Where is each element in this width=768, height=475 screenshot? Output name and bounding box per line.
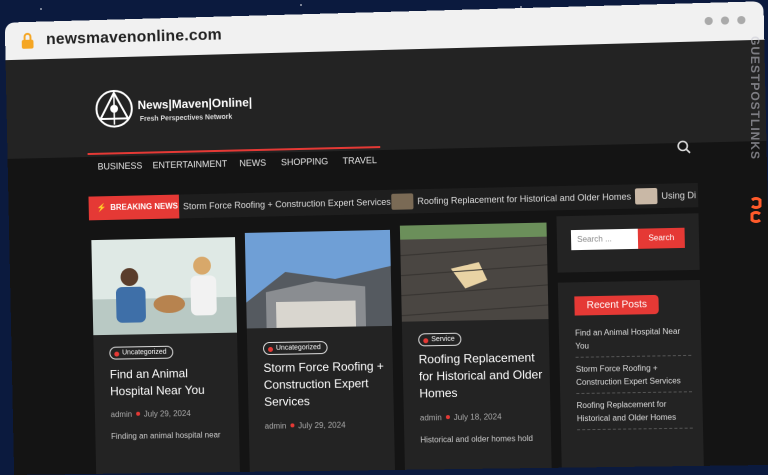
post-meta: admin July 29, 2024 <box>111 409 191 419</box>
nav-item-news[interactable]: NEWS <box>239 158 266 169</box>
nav-item-shopping[interactable]: SHOPPING <box>281 156 328 167</box>
post-meta: admin July 29, 2024 <box>265 421 346 431</box>
site-name[interactable]: News|Maven|Online| <box>137 95 252 112</box>
category-badge[interactable]: Service <box>418 333 462 347</box>
recent-posts-heading: Recent Posts <box>574 295 659 316</box>
window-dot[interactable] <box>721 16 729 24</box>
post-author[interactable]: admin <box>420 413 442 422</box>
lightning-icon: ⚡ <box>96 203 106 212</box>
search-icon[interactable] <box>677 140 692 154</box>
post-title[interactable]: Roofing Replacement for Historical and O… <box>418 349 542 402</box>
category-badge[interactable]: Uncategorized <box>109 346 173 360</box>
search-input[interactable]: Search ... <box>571 229 638 251</box>
ticker-item[interactable]: Storm Force Roofing + Construction Exper… <box>183 197 391 212</box>
nav-item-travel[interactable]: TRAVEL <box>343 155 377 166</box>
nav-item-business[interactable]: BUSINESS <box>98 161 143 172</box>
post-excerpt: Historical and older homes hold <box>420 434 533 445</box>
site-tagline: Fresh Perspectives Network <box>140 114 233 123</box>
post-date: July 18, 2024 <box>454 412 502 422</box>
recent-post-link[interactable]: Roofing Replacement for Historical and O… <box>576 397 692 430</box>
post-card: Uncategorized Find an Animal Hospital Ne… <box>91 237 240 475</box>
lock-icon <box>21 33 35 49</box>
window-dot[interactable] <box>737 16 745 24</box>
ticker-item[interactable]: Roofing Replacement for Historical and O… <box>417 192 631 207</box>
post-image[interactable] <box>245 230 392 329</box>
post-excerpt: Finding an animal hospital near <box>111 430 221 441</box>
watermark-text: GUESTPOSTLINKS <box>748 36 762 160</box>
post-title-line[interactable]: Storm Force Roofing + <box>263 358 384 377</box>
recent-post-line[interactable]: You <box>575 338 691 353</box>
post-title-line[interactable]: Construction Expert <box>264 375 385 394</box>
search-widget: Search ... Search <box>556 213 699 272</box>
chain-link-icon <box>744 196 768 224</box>
post-title-line[interactable]: Roofing Replacement <box>418 349 542 368</box>
post-title-line[interactable]: Hospital Near You <box>110 382 205 400</box>
recent-post-line[interactable]: Find an Animal Hospital Near <box>575 325 691 340</box>
recent-post-link[interactable]: Find an Animal Hospital Near You <box>575 325 691 358</box>
post-title-line[interactable]: Homes <box>419 384 543 403</box>
star-decoration <box>300 4 302 6</box>
post-meta: admin July 18, 2024 <box>420 412 502 422</box>
category-badge[interactable]: Uncategorized <box>263 341 328 355</box>
breaking-news-label: BREAKING NEWS <box>110 202 178 212</box>
address-bar-url[interactable]: newsmavenonline.com <box>46 26 222 49</box>
recent-posts-widget: Recent Posts Find an Animal Hospital Nea… <box>558 280 704 474</box>
post-card: Uncategorized Storm Force Roofing + Cons… <box>245 230 395 475</box>
post-author[interactable]: admin <box>265 421 287 430</box>
breaking-news-badge: ⚡ BREAKING NEWS <box>88 195 179 221</box>
browser-window: newsmavenonline.com News|Maven|Online| F… <box>5 1 768 457</box>
window-controls <box>705 16 746 25</box>
ticker-item[interactable]: Using Di <box>661 190 696 201</box>
recent-post-line[interactable]: Construction Expert Services <box>576 374 692 389</box>
search-button[interactable]: Search <box>638 228 685 249</box>
nav-item-entertainment[interactable]: ENTERTAINMENT <box>153 159 228 171</box>
post-card: Service Roofing Replacement for Historic… <box>400 223 552 474</box>
meta-dot <box>446 415 450 419</box>
post-title[interactable]: Find an Animal Hospital Near You <box>110 365 205 400</box>
post-image[interactable] <box>91 237 237 335</box>
site-logo-icon[interactable] <box>92 86 136 131</box>
window-dot[interactable] <box>705 17 713 25</box>
ticker-thumbnail <box>391 193 413 209</box>
post-title-line[interactable]: for Historical and Older <box>419 366 543 385</box>
post-title[interactable]: Storm Force Roofing + Construction Exper… <box>263 358 384 411</box>
meta-dot <box>290 423 294 427</box>
post-title-line[interactable]: Find an Animal <box>110 365 205 383</box>
post-image[interactable] <box>400 223 549 322</box>
recent-post-link[interactable]: Storm Force Roofing + Construction Exper… <box>576 361 692 394</box>
star-decoration <box>40 8 42 10</box>
web-page: News|Maven|Online| Fresh Perspectives Ne… <box>6 40 768 475</box>
post-author[interactable]: admin <box>111 410 133 419</box>
post-date: July 29, 2024 <box>144 409 191 419</box>
ticker-thumbnail <box>635 188 658 205</box>
post-title-line[interactable]: Services <box>264 392 385 411</box>
meta-dot <box>136 412 140 416</box>
recent-post-line[interactable]: Historical and Older Homes <box>577 410 693 425</box>
